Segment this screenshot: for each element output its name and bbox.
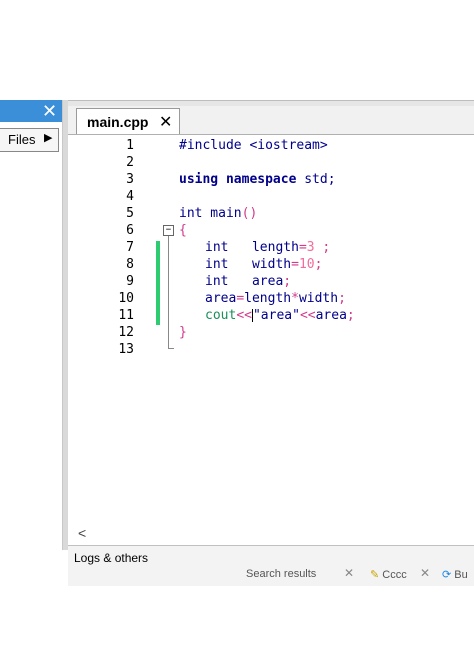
code-line: 4 xyxy=(68,189,474,206)
code-line: 1 #include <iostream> xyxy=(68,138,474,155)
editor-tab-row: main.cpp ✕ xyxy=(68,106,474,135)
keyword: int xyxy=(205,257,229,272)
close-icon[interactable]: ✕ xyxy=(420,566,430,580)
build-icon: ⟳ xyxy=(442,569,452,581)
keyword: int xyxy=(179,206,203,221)
code-editor[interactable]: − 1 #include <iostream> 2 3 using namesp… xyxy=(68,135,474,545)
line-number: 12 xyxy=(118,325,134,340)
tab-cccc[interactable]: ✎ Cccc xyxy=(370,568,407,581)
line-number: 3 xyxy=(126,172,134,187)
code-token: << xyxy=(236,308,252,323)
code-line: 11 cout<<"area"<<area; xyxy=(68,308,474,325)
code-text: { xyxy=(179,223,187,238)
line-number: 10 xyxy=(118,291,134,306)
tab-main-cpp[interactable]: main.cpp ✕ xyxy=(76,108,180,134)
keyword: int xyxy=(205,274,229,289)
code-token: ; xyxy=(314,240,331,255)
arrow-right-icon[interactable]: ▶ xyxy=(44,131,52,144)
code-line: 2 xyxy=(68,155,474,172)
number-literal: 10 xyxy=(298,257,315,272)
code-token: () xyxy=(241,206,258,221)
pencil-icon: ✎ xyxy=(370,569,380,581)
code-line: 5 int main() xyxy=(68,206,474,223)
logs-panel-title: Logs & others xyxy=(74,551,149,565)
left-panel xyxy=(0,100,62,550)
code-token: area xyxy=(205,291,237,306)
code-text: int main() xyxy=(179,206,257,221)
tab-search-results[interactable]: Search results xyxy=(246,568,316,580)
logs-panel: Logs & others Search results ✕ ✎ Cccc ✕ … xyxy=(68,545,474,586)
code-token: = xyxy=(236,291,245,306)
code-token: * xyxy=(291,291,299,306)
code-token: width xyxy=(228,257,292,272)
code-text: int width=10; xyxy=(205,257,322,272)
line-number: 13 xyxy=(118,342,134,357)
scroll-left-icon[interactable]: < xyxy=(78,525,86,541)
code-text: int area; xyxy=(205,274,291,289)
keyword: using namespace xyxy=(179,172,297,187)
code-token: length xyxy=(244,291,292,306)
line-number: 9 xyxy=(126,274,134,289)
code-token: main xyxy=(202,206,242,221)
tab-label: Bu xyxy=(454,569,468,581)
line-number: 5 xyxy=(126,206,134,221)
line-number: 6 xyxy=(126,223,134,238)
code-text: cout<<"area"<<area; xyxy=(205,308,355,323)
code-line: 12 } xyxy=(68,325,474,342)
number-literal: 3 xyxy=(306,240,315,255)
code-text: int length=3 ; xyxy=(205,240,330,255)
code-token: ; xyxy=(346,308,355,323)
code-token: area xyxy=(315,308,347,323)
code-line: 7 int length=3 ; xyxy=(68,240,474,257)
code-token: length xyxy=(228,240,299,255)
code-token: ; xyxy=(283,274,292,289)
line-number: 4 xyxy=(126,189,134,204)
horizontal-scrollbar[interactable]: < xyxy=(68,525,474,543)
line-number: 1 xyxy=(126,138,134,153)
code-token: area xyxy=(228,274,284,289)
code-token: << xyxy=(299,308,316,323)
code-token: cout xyxy=(205,308,237,323)
line-number: 7 xyxy=(126,240,134,255)
code-line: 8 int width=10; xyxy=(68,257,474,274)
code-line: 10 area=length*width; xyxy=(68,291,474,308)
code-line: 6 { xyxy=(68,223,474,240)
files-tab-label: Files xyxy=(8,132,36,147)
tab-build[interactable]: ⟳ Bu xyxy=(442,568,468,581)
files-tab[interactable]: Files ▶ xyxy=(0,128,59,152)
tab-label: Cccc xyxy=(382,569,407,581)
code-text: area=length*width; xyxy=(205,291,346,306)
code-line: 13 xyxy=(68,342,474,359)
code-line: 9 int area; xyxy=(68,274,474,291)
code-text: using namespace std; xyxy=(179,172,336,187)
code-token: = xyxy=(291,257,299,272)
code-token: ; xyxy=(314,257,323,272)
keyword: int xyxy=(205,240,229,255)
left-panel-close-icon[interactable]: ✕ xyxy=(42,101,57,121)
code-token: std; xyxy=(296,172,336,187)
code-text: #include <iostream> xyxy=(179,138,328,153)
string-literal: "area" xyxy=(252,308,300,323)
code-token: = xyxy=(298,240,307,255)
code-token: width xyxy=(298,291,339,306)
code-text: } xyxy=(179,325,187,340)
code-line: 3 using namespace std; xyxy=(68,172,474,189)
close-icon[interactable]: ✕ xyxy=(344,566,354,580)
close-icon[interactable]: ✕ xyxy=(159,112,172,132)
tab-label: main.cpp xyxy=(87,114,149,130)
line-number: 8 xyxy=(126,257,134,272)
line-number: 11 xyxy=(118,308,134,323)
code-token: ; xyxy=(338,291,346,306)
line-number: 2 xyxy=(126,155,134,170)
